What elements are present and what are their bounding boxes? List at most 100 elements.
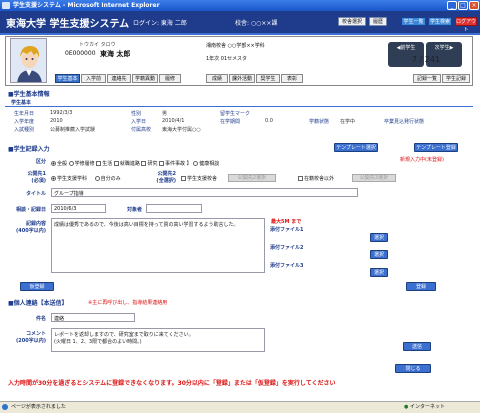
category-health-label: 健康相談 xyxy=(199,161,220,167)
value-enrollment-period: 0.0 xyxy=(265,118,273,124)
disclose1-group: 学生支援学科 自分のみ xyxy=(51,175,121,182)
disclose-dept-label: 学生支援学科 xyxy=(57,176,88,182)
disclose1-label: 公開先1 xyxy=(27,171,46,177)
register-button[interactable]: 登録 xyxy=(406,282,436,291)
label-exam-type: 入試種別 xyxy=(14,127,35,133)
close-button[interactable]: 閉じる xyxy=(395,364,431,373)
other-campus-label: 在籍校舎以外 xyxy=(304,176,335,182)
disclose3-group: 在籍校舎以外 xyxy=(298,175,334,182)
app-name: 東海大学 学生支援システム xyxy=(6,19,130,30)
tab-basic[interactable]: 学生基本 xyxy=(55,74,80,83)
category-career-label: 就職進路 xyxy=(119,161,140,167)
template-register-button[interactable]: テンプレート登録 xyxy=(414,143,458,152)
category-career-checkbox[interactable] xyxy=(113,161,119,166)
student-search-button[interactable]: 学生検索 xyxy=(428,17,452,26)
tab-scholarship[interactable]: 奨学生 xyxy=(256,74,280,83)
counterpart-input[interactable] xyxy=(146,204,202,213)
date-input[interactable]: 2010/6/3 xyxy=(51,204,106,213)
history-button[interactable]: 履歴 xyxy=(369,17,387,26)
send-button[interactable]: 送信 xyxy=(403,342,431,351)
value-exam-type: 公募制推薦入学試験 xyxy=(50,127,96,133)
label-birthdate: 生年月日 xyxy=(14,111,35,117)
disclose2-campus-checkbox[interactable] xyxy=(181,176,186,181)
content-textarea[interactable]: 成績は優秀であるので、今後は高い目標を持って質の高い学習するよう助言した。 xyxy=(51,218,265,273)
category-research-checkbox[interactable] xyxy=(141,161,147,166)
category-incident-label: 事件事故 xyxy=(165,161,186,167)
value-admission-date: 2010/4/1 xyxy=(162,118,185,124)
student-avatar xyxy=(10,38,47,83)
value-gender: 男 xyxy=(162,111,168,117)
timeout-warning: 入力時間が30分を過ぎるとシステムに登録できなくなります。30分以内に「登録」ま… xyxy=(8,380,336,387)
category-life-checkbox[interactable] xyxy=(96,161,102,166)
provisional-register-button[interactable]: 仮登録 xyxy=(20,282,54,291)
disclose2-select-button[interactable]: 公開先2選択 xyxy=(228,174,276,182)
next-student-label: 次学生 xyxy=(434,45,450,51)
comment-sub: (200字以内) xyxy=(15,338,46,344)
attach1-label: 添付ファイル1 xyxy=(270,227,304,233)
student-list-button[interactable]: 学生一覧 xyxy=(401,17,426,26)
close-window-button[interactable]: × xyxy=(469,1,479,10)
student-year: 1年次 01セメスタ xyxy=(206,56,248,62)
subject-input[interactable]: 連絡 xyxy=(51,313,135,322)
category-all-radio[interactable] xyxy=(51,161,56,166)
minimize-button[interactable]: _ xyxy=(447,1,457,10)
title-input[interactable]: グループ指導 xyxy=(51,188,358,197)
content-sub: (400字以内) xyxy=(15,228,46,234)
student-name: 東海 太郎 xyxy=(100,50,131,58)
label-grad-expect: 卒業見込発行状態 xyxy=(384,119,425,125)
disclose-dept-radio[interactable] xyxy=(51,176,56,181)
attach3-select-button[interactable]: 選択 xyxy=(370,268,388,277)
tab-extracurricular[interactable]: 課外活動 xyxy=(229,74,255,83)
title-label: タイトル xyxy=(25,191,46,197)
label-status: 学籍状態 xyxy=(309,119,330,125)
template-select-button[interactable]: テンプレート選択 xyxy=(334,143,378,152)
category-all-label: 全般 xyxy=(57,161,68,167)
new-input-note: 新規入力中(未登録) xyxy=(400,157,444,163)
attach-max-note: 最大5M まで xyxy=(271,219,302,225)
logout-button[interactable]: ログアウト xyxy=(455,17,477,33)
globe-icon: ● xyxy=(404,404,409,410)
subject-label: 件名 xyxy=(35,316,46,322)
category-study-radio[interactable] xyxy=(68,161,74,166)
category-group: 全般 学修履修 生活 就職進路 研究 事件事故 】 健康相談 xyxy=(51,160,219,167)
category-life-label: 生活 xyxy=(102,161,113,167)
student-record-button[interactable]: 学生記録 xyxy=(442,74,470,83)
attach2-label: 添付ファイル2 xyxy=(270,245,304,251)
category-label: 区分 xyxy=(35,159,46,165)
date-label: 相談・記録日 xyxy=(15,207,46,213)
content-label: 記録内容 xyxy=(25,221,46,227)
other-campus-checkbox[interactable] xyxy=(298,176,303,181)
zone-text: インターネット xyxy=(409,404,445,410)
zone-label: ● インターネット xyxy=(404,403,445,410)
disclose-self-radio[interactable] xyxy=(94,176,100,181)
tab-grades[interactable]: 成績 xyxy=(206,74,228,83)
value-birthdate: 1992/3/3 xyxy=(50,110,73,116)
school-select-button[interactable]: 校舎選択 xyxy=(338,17,366,26)
tab-awards[interactable]: 表彰 xyxy=(281,74,303,83)
record-list-button[interactable]: 記録一覧 xyxy=(413,74,441,83)
category-study-label: 学修履修 xyxy=(74,161,95,167)
value-status: 在学中 xyxy=(340,119,356,125)
category-incident-checkbox[interactable] xyxy=(159,161,165,166)
tab-pre-admission[interactable]: 入学前 xyxy=(81,74,106,83)
maximize-button[interactable]: □ xyxy=(458,1,468,10)
record-input-title: ■学生記録入力 xyxy=(8,146,50,153)
disclose3-select-button[interactable]: 公開先3選択 xyxy=(352,174,396,182)
disclose1-sub: (必須) xyxy=(31,178,46,184)
student-kana: トウカイ タロウ xyxy=(79,42,116,48)
contact-title: ■個人連絡【本送信】 xyxy=(8,300,68,307)
attach1-select-button[interactable]: 選択 xyxy=(370,233,388,242)
disclose2-sub: (全選択) xyxy=(156,178,176,184)
tab-enrollment-change[interactable]: 学籍異動 xyxy=(132,74,158,83)
tab-contact[interactable]: 連絡先 xyxy=(107,74,131,83)
attach2-select-button[interactable]: 選択 xyxy=(370,250,388,259)
disclose2-campus-label: 学生支援校舎 xyxy=(187,176,218,182)
label-gender: 性別 xyxy=(131,111,142,117)
status-text: ページが表示されました xyxy=(11,404,66,410)
disclose-self-label: 自分のみ xyxy=(100,176,121,182)
page-icon xyxy=(2,404,8,410)
category-health-radio[interactable] xyxy=(193,161,199,166)
tab-courses[interactable]: 履修 xyxy=(159,74,181,83)
header-divider xyxy=(0,33,480,35)
comment-textarea[interactable]: レポートを返却しますので、研究室まで取りに来てください。 (火曜日 1、2、3限… xyxy=(51,328,265,352)
